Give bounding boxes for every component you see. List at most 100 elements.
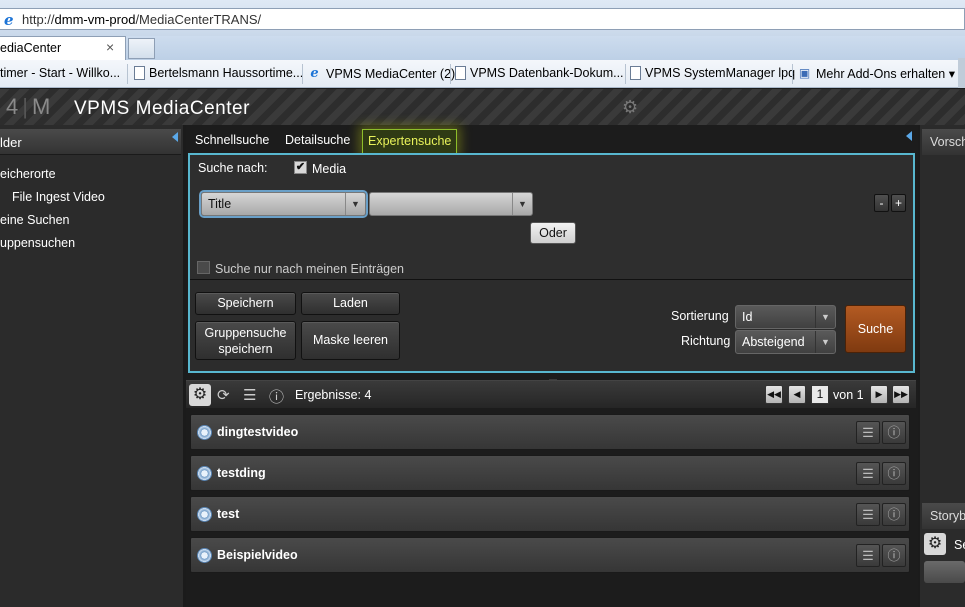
clear-form-button[interactable]: Maske leeren — [301, 321, 400, 360]
info-icon[interactable]: ⓘ — [882, 421, 906, 444]
next-page-button[interactable]: ▶ — [870, 385, 888, 404]
result-title[interactable]: Beispielvideo — [217, 548, 298, 562]
result-title[interactable]: testding — [217, 466, 266, 480]
favorite-label: Bertelsmann Haussortime... — [149, 66, 304, 80]
url-field[interactable]: e http://dmm-vm-prod/MediaCenterTRANS/ — [0, 8, 965, 30]
favorites-bar: timer - Start - Willko... Bertelsmann Ha… — [0, 60, 965, 88]
favorite-label: VPMS MediaCenter (2) — [326, 66, 456, 81]
browser-tab-bar: ediaCenter × — [0, 36, 965, 60]
sidebar-item-file-ingest-video[interactable]: File Ingest Video — [12, 190, 105, 204]
gear-icon[interactable]: ⚙ — [924, 533, 946, 555]
info-icon[interactable]: ⓘ — [882, 544, 906, 567]
result-title[interactable]: test — [217, 507, 239, 521]
remove-row-button[interactable]: - — [874, 194, 889, 212]
addon-icon: ▣ — [798, 66, 811, 80]
url-path: /MediaCenterTRANS/ — [135, 12, 262, 27]
search-tabs: Schnellsuche Detailsuche Expertensuche — [186, 125, 918, 153]
collapse-left-icon[interactable] — [172, 132, 178, 142]
only-mine-checkbox[interactable] — [197, 261, 210, 274]
prev-page-button[interactable]: ◀ — [788, 385, 806, 404]
favorite-item[interactable]: Bertelsmann Haussortime... — [134, 66, 303, 80]
last-page-button[interactable]: ▶▶ — [892, 385, 910, 404]
list-view-icon[interactable]: ☰ — [856, 544, 880, 567]
favorite-item[interactable]: timer - Start - Willko... — [0, 66, 120, 80]
add-row-button[interactable]: + — [891, 194, 906, 212]
tab-schnellsuche[interactable]: Schnellsuche — [195, 133, 269, 147]
result-title[interactable]: dingtestvideo — [217, 425, 298, 439]
results-count: Ergebnisse: 4 — [295, 388, 372, 402]
save-group-search-line1: Gruppensuche — [204, 326, 287, 340]
url-host: dmm-vm-prod — [54, 12, 136, 27]
browser-scroll-stub — [958, 58, 965, 88]
favorite-label: Mehr Add-Ons erhalten ▾ — [816, 67, 955, 81]
storyboard-button[interactable] — [924, 561, 965, 583]
operator-select[interactable]: ▼ — [369, 192, 533, 216]
list-view-icon[interactable]: ☰ — [243, 386, 256, 404]
direction-label: Richtung — [681, 334, 731, 348]
page-of-label: von 1 — [833, 388, 864, 402]
video-icon — [197, 466, 212, 481]
save-button[interactable]: Speichern — [195, 292, 296, 315]
load-button[interactable]: Laden — [301, 292, 400, 315]
list-view-icon[interactable]: ☰ — [856, 503, 880, 526]
storyboard-header: Storyb — [922, 503, 965, 529]
favorite-item[interactable]: VPMS SystemManager lpq — [630, 66, 795, 80]
refresh-icon[interactable]: ⟳ — [217, 386, 230, 404]
sidebar-item-gruppensuchen[interactable]: uppensuchen — [0, 236, 75, 250]
favorite-label: VPMS Datenbank-Dokum... — [470, 66, 624, 80]
save-group-search-button[interactable]: Gruppensuche speichern — [195, 321, 296, 360]
tab-detailsuche[interactable]: Detailsuche — [285, 133, 350, 147]
favorite-item[interactable]: ▣ Mehr Add-Ons erhalten ▾ — [797, 66, 955, 81]
new-tab-button[interactable] — [128, 38, 155, 59]
sidebar-header: lder — [0, 129, 181, 155]
search-button[interactable]: Suche — [845, 305, 906, 353]
list-view-icon[interactable]: ☰ — [856, 462, 880, 485]
sort-select[interactable]: Id ▼ — [735, 305, 836, 329]
page-icon — [455, 66, 466, 80]
collapse-left-icon[interactable] — [906, 131, 912, 141]
sidebar-item-meine-suchen[interactable]: eine Suchen — [0, 213, 70, 227]
result-row[interactable]: testding ☰ ⓘ — [190, 455, 910, 491]
favorite-item[interactable]: VPMS Datenbank-Dokum... — [455, 66, 624, 80]
page-icon — [630, 66, 641, 80]
info-icon[interactable]: ⓘ — [882, 462, 906, 485]
gears-icon[interactable]: ⚙ — [622, 97, 638, 118]
sidebar-item-speicherorte[interactable]: eicherorte — [0, 167, 56, 181]
sort-label: Sortierung — [671, 309, 729, 323]
expert-search-form: Suche nach: ✔ Media Title ▼ ▼ - + Oder S… — [188, 153, 915, 373]
close-icon[interactable]: × — [106, 39, 114, 55]
result-row[interactable]: test ☰ ⓘ — [190, 496, 910, 532]
video-icon — [197, 548, 212, 563]
video-icon — [197, 507, 212, 522]
url-prefix: http:// — [22, 12, 55, 27]
chevron-down-icon: ▼ — [815, 306, 835, 328]
favorite-item[interactable]: e VPMS MediaCenter (2) — [307, 66, 455, 81]
chevron-down-icon: ▼ — [815, 331, 835, 353]
first-page-button[interactable]: ◀◀ — [765, 385, 783, 404]
favorite-separator — [792, 64, 793, 84]
or-button[interactable]: Oder — [530, 222, 576, 244]
preview-title: Vorsch — [930, 135, 965, 149]
result-row[interactable]: Beispielvideo ☰ ⓘ — [190, 537, 910, 573]
browser-tab-mediacenter[interactable]: ediaCenter × — [0, 36, 126, 60]
media-label: Media — [312, 162, 347, 176]
info-icon[interactable]: ⓘ — [882, 503, 906, 526]
sidebar-title: lder — [0, 135, 22, 150]
storyboard-setting-label: Se — [954, 538, 965, 552]
current-page[interactable]: 1 — [811, 385, 829, 404]
result-row[interactable]: dingtestvideo ☰ ⓘ — [190, 414, 910, 450]
media-checkbox[interactable]: ✔ — [294, 161, 307, 174]
direction-select[interactable]: Absteigend ▼ — [735, 330, 836, 354]
list-view-icon[interactable]: ☰ — [856, 421, 880, 444]
info-icon[interactable]: ⓘ — [269, 386, 284, 407]
gear-icon[interactable]: ⚙ — [189, 384, 211, 406]
app-header: 4 | M VPMS MediaCenter ⚙ — [0, 89, 965, 125]
url-text[interactable]: http://dmm-vm-prod/MediaCenterTRANS/ — [22, 12, 261, 27]
field-select-value: Title — [208, 197, 232, 211]
field-select[interactable]: Title ▼ — [201, 192, 366, 216]
tab-expertensuche[interactable]: Expertensuche — [362, 129, 458, 153]
storyboard-title: Storyb — [930, 509, 965, 523]
favorite-separator — [450, 64, 451, 84]
logo-part-b: M — [31, 94, 52, 119]
page-icon — [134, 66, 145, 80]
